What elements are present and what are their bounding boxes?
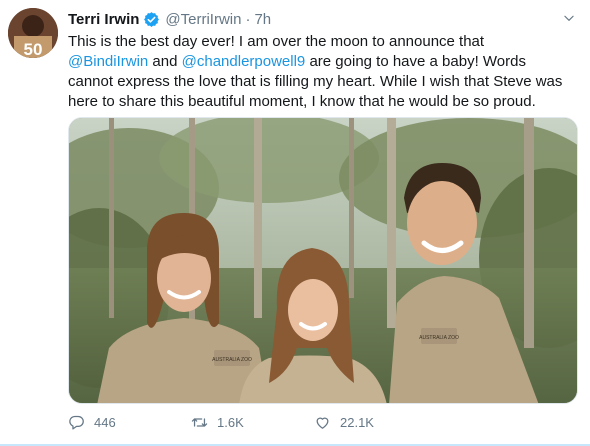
separator-dot: ·: [245, 10, 251, 28]
photo-illustration: AUSTRALIA ZOO AUSTRALIA ZOO: [69, 118, 577, 403]
like-count: 22.1K: [340, 414, 374, 430]
text-segment: are going to have a baby! Words: [305, 53, 526, 70]
tweet-text: This is the best day ever! I am over the…: [68, 32, 568, 112]
reply-button[interactable]: 446: [68, 414, 191, 431]
retweet-icon: [191, 417, 208, 427]
retweet-button[interactable]: 1.6K: [191, 414, 314, 431]
like-button[interactable]: 22.1K: [314, 414, 437, 431]
text-segment: and: [148, 53, 182, 70]
tweet-text-line: cannot express the love that is filling …: [68, 72, 568, 92]
text-segment: cannot express the love that is filling …: [68, 73, 563, 90]
avatar[interactable]: 50: [8, 8, 58, 58]
retweet-count: 1.6K: [217, 414, 244, 430]
mention-link-bindi[interactable]: @BindiIrwin: [68, 53, 148, 70]
tweet-actions: 446 1.6K 22.1K: [68, 412, 488, 432]
reply-icon: [69, 415, 84, 430]
avatar-badge-text: 50: [24, 40, 43, 58]
shirt-patch-left: AUSTRALIA ZOO: [212, 357, 252, 363]
tweet-text-line: here to share this beautiful moment, I k…: [68, 92, 568, 112]
text-segment: here to share this beautiful moment, I k…: [68, 93, 536, 110]
text-segment: This is the best day ever! I am over the…: [68, 33, 485, 50]
heart-icon: [316, 417, 329, 429]
timestamp[interactable]: 7h: [254, 11, 271, 28]
tweet-text-line: @BindiIrwin and @chandlerpowell9 are goi…: [68, 52, 568, 72]
author-handle[interactable]: @TerriIrwin: [165, 11, 241, 28]
avatar-image: 50: [8, 8, 58, 58]
mention-link-chandler[interactable]: @chandlerpowell9: [182, 53, 306, 70]
verified-badge-icon: [144, 11, 160, 27]
tweet-text-line: This is the best day ever! I am over the…: [68, 32, 568, 52]
reply-count: 446: [94, 414, 116, 430]
tweet-photo[interactable]: AUSTRALIA ZOO AUSTRALIA ZOO: [68, 117, 578, 404]
author-name[interactable]: Terri Irwin: [68, 11, 139, 28]
tweet-header: Terri Irwin @TerriIrwin · 7h: [68, 9, 576, 29]
shirt-patch-right: AUSTRALIA ZOO: [419, 335, 459, 341]
chevron-down-icon[interactable]: [562, 11, 576, 25]
